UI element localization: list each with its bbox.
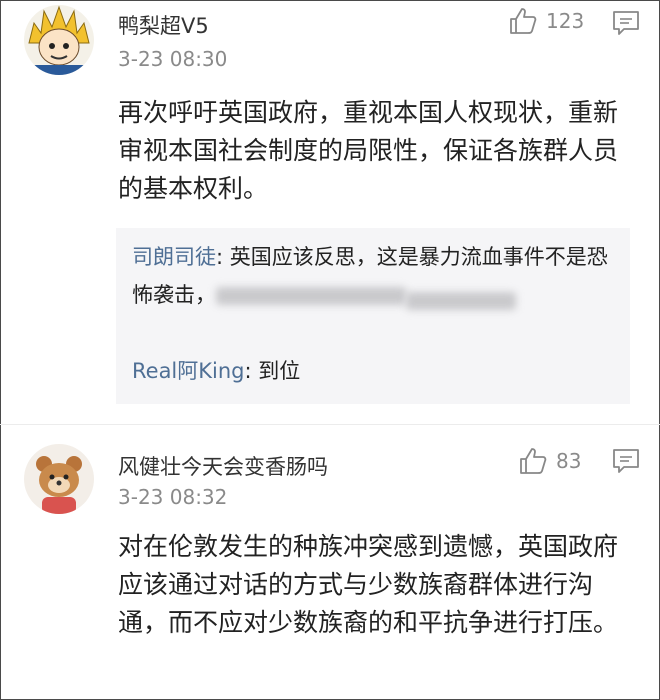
reply-text: 到位	[258, 359, 301, 383]
reply-list: 司朗司徒: 英国应该反思，这是暴力流血事件不是恐怖袭击， Real阿King: …	[116, 228, 630, 404]
thumbs-up-icon	[520, 448, 547, 474]
reply-item: 司朗司徒: 英国应该反思，这是暴力流血事件不是恐怖袭击，	[132, 238, 622, 314]
reply-comment-icon[interactable]	[612, 448, 640, 474]
like-count: 83	[556, 449, 582, 473]
blurred-text	[216, 287, 406, 305]
cartoon-bear-avatar-icon[interactable]	[24, 444, 94, 514]
comment-item: 鸭梨超V5 3-23 08:30 123 再次呼吁英国政府，重视本国人权现状，重…	[0, 0, 660, 424]
comment-item: 风健壮今天会变香肠吗 3-23 08:32 83 对在伦敦发生的种族冲突感到遗憾…	[0, 425, 660, 700]
reply-item: Real阿King: 到位	[132, 352, 622, 390]
reply-username[interactable]: 司朗司徒	[132, 245, 216, 269]
like-button[interactable]: 83	[518, 446, 581, 476]
comment-content: 再次呼吁英国政府，重视本国人权现状，重新审视本国社会制度的局限性，保证各族群人员…	[118, 98, 619, 203]
comment-timestamp: 3-23 08:32	[118, 485, 228, 509]
reply-separator: :	[216, 245, 230, 269]
like-button[interactable]: 123	[508, 6, 584, 36]
comment-content: 对在伦敦发生的种族冲突感到遗憾，英国政府应该通过对话的方式与少数族裔群体进行沟通…	[118, 532, 619, 637]
thumbs-up-icon	[510, 8, 537, 34]
reply-separator: :	[244, 359, 259, 383]
comment-username[interactable]: 鸭梨超V5	[118, 10, 209, 40]
comment-timestamp: 3-23 08:30	[118, 47, 228, 71]
reply-username[interactable]: Real阿King	[132, 359, 245, 383]
blurred-text	[406, 292, 516, 310]
reply-comment-icon[interactable]	[612, 10, 640, 36]
like-count: 123	[546, 9, 585, 33]
dragonball-character-avatar-icon[interactable]	[24, 5, 94, 75]
comment-username[interactable]: 风健壮今天会变香肠吗	[118, 451, 328, 481]
